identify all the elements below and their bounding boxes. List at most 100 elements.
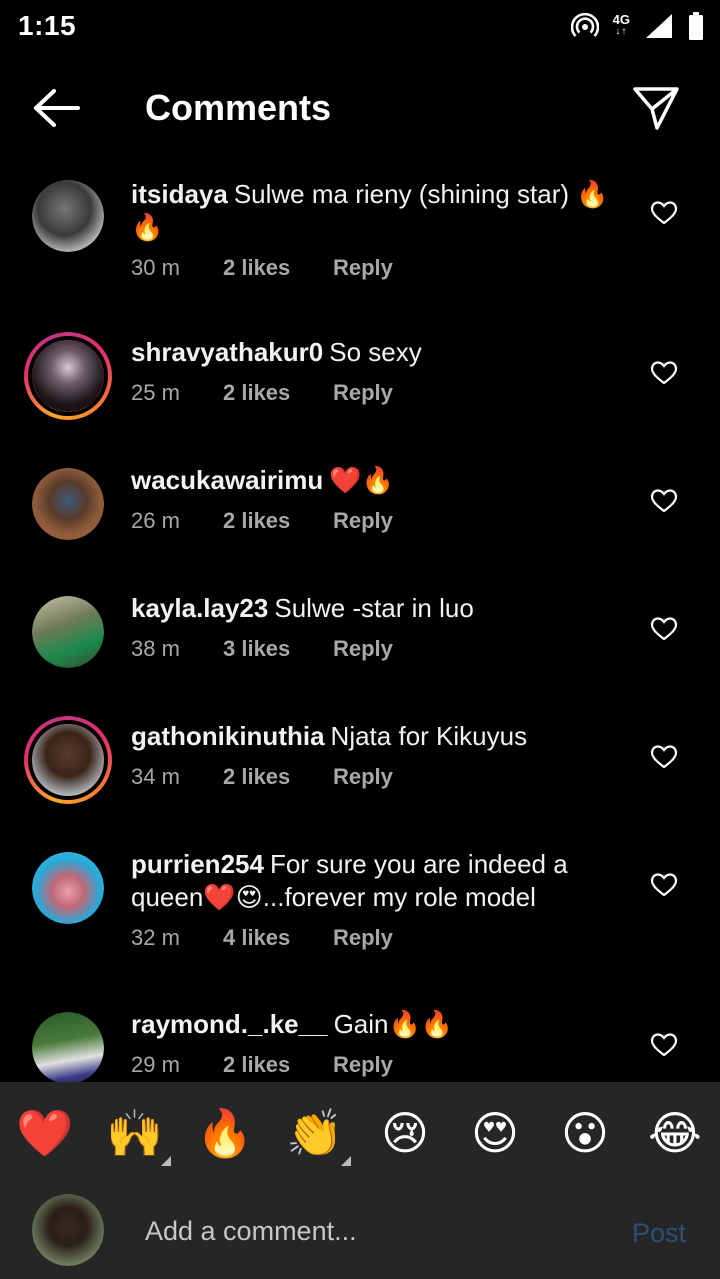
status-time: 1:15 [18,10,77,41]
reaction-raising-hands-button[interactable]: 🙌 [106,1104,164,1162]
network-type-label: 4G ↓↑ [612,12,630,38]
comment-likes[interactable]: 4 likes [223,924,333,952]
avatar-story-ring[interactable] [24,332,112,420]
reply-button[interactable]: Reply [333,254,393,282]
current-user-avatar [32,1194,104,1266]
status-icons: 4G ↓↑ [570,8,704,44]
comment-time: 38 m [131,636,180,661]
avatar[interactable] [32,852,104,924]
network-arrows: ↓↑ [615,26,628,37]
like-comment-button[interactable] [650,744,678,770]
comment-likes[interactable]: 2 likes [223,1051,333,1079]
reaction-heart-button[interactable]: ❤️ [16,1104,74,1162]
reply-button[interactable]: Reply [333,635,393,663]
comment-body: itsidaya Sulwe ma rieny (shining star) 🔥🔥… [131,178,611,282]
comment-body: purrien254 For sure you are indeed a quee… [131,848,611,952]
comment-body: kayla.lay23 Sulwe -star in luo 38 m 3 lik… [131,592,611,663]
battery-icon [689,12,703,40]
heart-outline-icon [650,1033,678,1057]
comment-text: Gain🔥🔥 [333,1009,454,1039]
back-button[interactable] [28,86,84,130]
reaction-fire-button[interactable]: 🔥 [196,1104,254,1162]
comment-likes[interactable]: 2 likes [223,507,333,535]
comment-text: Sulwe -star in luo [274,593,474,623]
header: Comments [0,70,720,146]
comment-time: 29 m [131,1052,180,1077]
comment-username[interactable]: wacukawairimu [131,465,323,495]
comment-item: shravyathakur0 So sexy 25 m 2 likes Reply [0,330,720,440]
comment-body: gathonikinuthia Njata for Kikuyus 34 m 2 … [131,720,611,791]
comment-time: 34 m [131,764,180,789]
like-comment-button[interactable] [650,1032,678,1058]
comment-body: shravyathakur0 So sexy 25 m 2 likes Reply [131,336,611,407]
comment-likes[interactable]: 2 likes [223,379,333,407]
comment-item: gathonikinuthia Njata for Kikuyus 34 m 2 … [0,714,720,824]
reply-button[interactable]: Reply [333,1051,393,1079]
reply-button[interactable]: Reply [333,763,393,791]
heart-outline-icon [650,745,678,769]
comment-list[interactable]: itsidaya Sulwe ma rieny (shining star) 🔥🔥… [0,160,720,1082]
comment-likes[interactable]: 3 likes [223,635,333,663]
comment-meta: 32 m 4 likes Reply [131,924,611,952]
comment-text-block: gathonikinuthia Njata for Kikuyus [131,720,611,753]
avatar[interactable] [32,1012,104,1082]
comment-text-block: itsidaya Sulwe ma rieny (shining star) 🔥🔥 [131,178,611,244]
comment-input[interactable] [145,1210,605,1252]
comment-item: raymond._.ke__ Gain🔥🔥 29 m 2 likes Reply [0,1008,720,1082]
heart-outline-icon [650,201,678,225]
like-comment-button[interactable] [650,200,678,226]
like-comment-button[interactable] [650,872,678,898]
reply-button[interactable]: Reply [333,379,393,407]
comment-item: kayla.lay23 Sulwe -star in luo 38 m 3 lik… [0,592,720,694]
reply-button[interactable]: Reply [333,507,393,535]
avatar[interactable] [32,468,104,540]
back-arrow-icon [34,89,80,127]
comment-username[interactable]: raymond._.ke__ [131,1009,328,1039]
comment-time: 25 m [131,380,180,405]
heart-outline-icon [650,873,678,897]
comment-username[interactable]: gathonikinuthia [131,721,325,751]
comment-item: wacukawairimu ❤️🔥 26 m 2 likes Reply [0,464,720,566]
like-comment-button[interactable] [650,616,678,642]
quick-reactions-bar: ❤️ 🙌 🔥 👏 😢 😍 😮 😂 [0,1082,720,1182]
reply-button[interactable]: Reply [333,924,393,952]
comment-text-block: raymond._.ke__ Gain🔥🔥 [131,1008,611,1041]
reaction-heart-eyes-button[interactable]: 😍 [466,1104,524,1162]
share-button[interactable] [630,84,682,132]
reaction-crying-button[interactable]: 😢 [376,1104,434,1162]
hotspot-icon [570,12,599,37]
comment-likes[interactable]: 2 likes [223,254,333,282]
reaction-surprised-button[interactable]: 😮 [556,1104,614,1162]
comment-text-block: wacukawairimu ❤️🔥 [131,464,611,497]
comment-username[interactable]: itsidaya [131,179,228,209]
reaction-laughing-button[interactable]: 😂 [646,1104,704,1162]
comment-time: 26 m [131,508,180,533]
comment-meta: 38 m 3 likes Reply [131,635,611,663]
comment-username[interactable]: shravyathakur0 [131,337,323,367]
comment-likes[interactable]: 2 likes [223,763,333,791]
skin-tone-indicator [161,1156,171,1166]
like-comment-button[interactable] [650,360,678,386]
comment-body: wacukawairimu ❤️🔥 26 m 2 likes Reply [131,464,611,535]
status-bar: 1:15 4G ↓↑ [0,0,720,52]
comment-meta: 29 m 2 likes Reply [131,1051,611,1079]
comment-username[interactable]: kayla.lay23 [131,593,268,623]
comment-composer: Post [0,1182,720,1279]
comment-username[interactable]: purrien254 [131,849,264,879]
comment-text-block: purrien254 For sure you are indeed a quee… [131,848,611,914]
network-type: 4G [612,12,630,27]
heart-outline-icon [650,361,678,385]
post-button[interactable]: Post [632,1218,686,1249]
comment-text: So sexy [329,337,422,367]
reaction-clapping-button[interactable]: 👏 [286,1104,344,1162]
comment-meta: 34 m 2 likes Reply [131,763,611,791]
like-comment-button[interactable] [650,488,678,514]
page-title: Comments [145,87,332,128]
avatar[interactable] [32,596,104,668]
comment-text-block: kayla.lay23 Sulwe -star in luo [131,592,611,625]
avatar-story-ring[interactable] [24,716,112,804]
comment-text: ❤️🔥 [329,465,394,495]
comment-item: purrien254 For sure you are indeed a quee… [0,848,720,990]
avatar[interactable] [32,180,104,252]
comment-body: raymond._.ke__ Gain🔥🔥 29 m 2 likes Reply [131,1008,611,1079]
